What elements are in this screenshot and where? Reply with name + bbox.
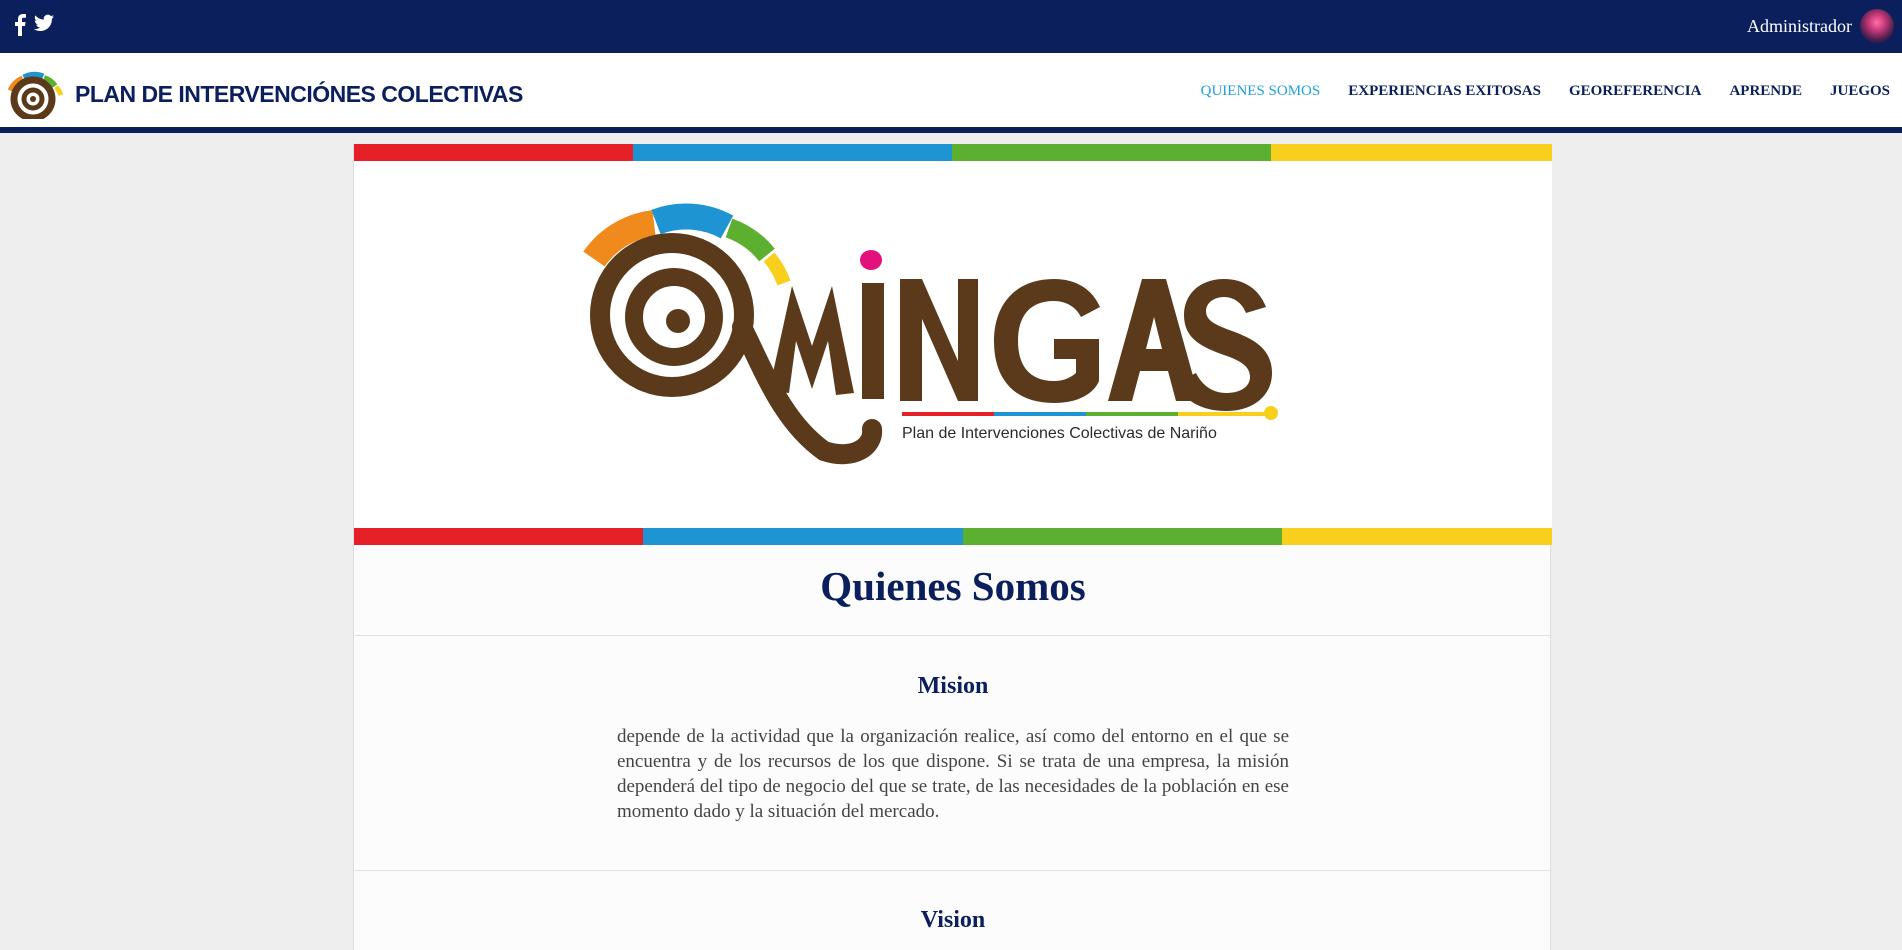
admin-menu[interactable]: Administrador [1747, 9, 1894, 43]
mingas-banner: Plan de Intervenciones Colectivas de Nar… [354, 161, 1552, 528]
main-menu: QUIENES SOMOS EXPERIENCIAS EXITOSAS GEOR… [1201, 83, 1890, 100]
twitter-icon[interactable] [34, 14, 54, 36]
mision-title: Mision [917, 673, 989, 699]
mision-text: depende de la actividad que la organizac… [617, 726, 1289, 822]
nav-juegos[interactable]: JUEGOS [1830, 83, 1890, 100]
nav-experiencias-exitosas[interactable]: EXPERIENCIAS EXITOSAS [1348, 83, 1541, 100]
brand-name[interactable]: PLAN DE INTERVENCIÓNES COLECTIVAS [75, 81, 523, 108]
color-stripe-bottom [354, 528, 1552, 545]
vision-title: Vision [920, 907, 986, 933]
color-stripe-top [354, 144, 1552, 161]
main-navbar: PLAN DE INTERVENCIÓNES COLECTIVAS QUIENE… [0, 53, 1902, 133]
nav-quienes-somos[interactable]: QUIENES SOMOS [1201, 83, 1321, 100]
avatar[interactable] [1860, 9, 1894, 43]
logo-subtitle: Plan de Intervenciones Colectivas de Nar… [902, 425, 1217, 442]
nav-aprende[interactable]: APRENDE [1729, 83, 1802, 100]
facebook-icon[interactable] [14, 14, 26, 36]
nav-georeferencia[interactable]: GEOREFERENCIA [1569, 83, 1702, 100]
brand[interactable]: PLAN DE INTERVENCIÓNES COLECTIVAS [5, 69, 523, 119]
content-card: Plan de Intervenciones Colectivas de Nar… [353, 144, 1552, 950]
section-divider [354, 870, 1552, 871]
brand-logo-icon [7, 71, 64, 119]
social-links [14, 14, 54, 36]
admin-label[interactable]: Administrador [1747, 16, 1852, 37]
mingas-logo: Plan de Intervenciones Colectivas de Nar… [583, 203, 1278, 465]
page-title: Quienes Somos [820, 563, 1086, 609]
section-divider [354, 635, 1552, 636]
top-bar: Administrador [0, 0, 1902, 53]
